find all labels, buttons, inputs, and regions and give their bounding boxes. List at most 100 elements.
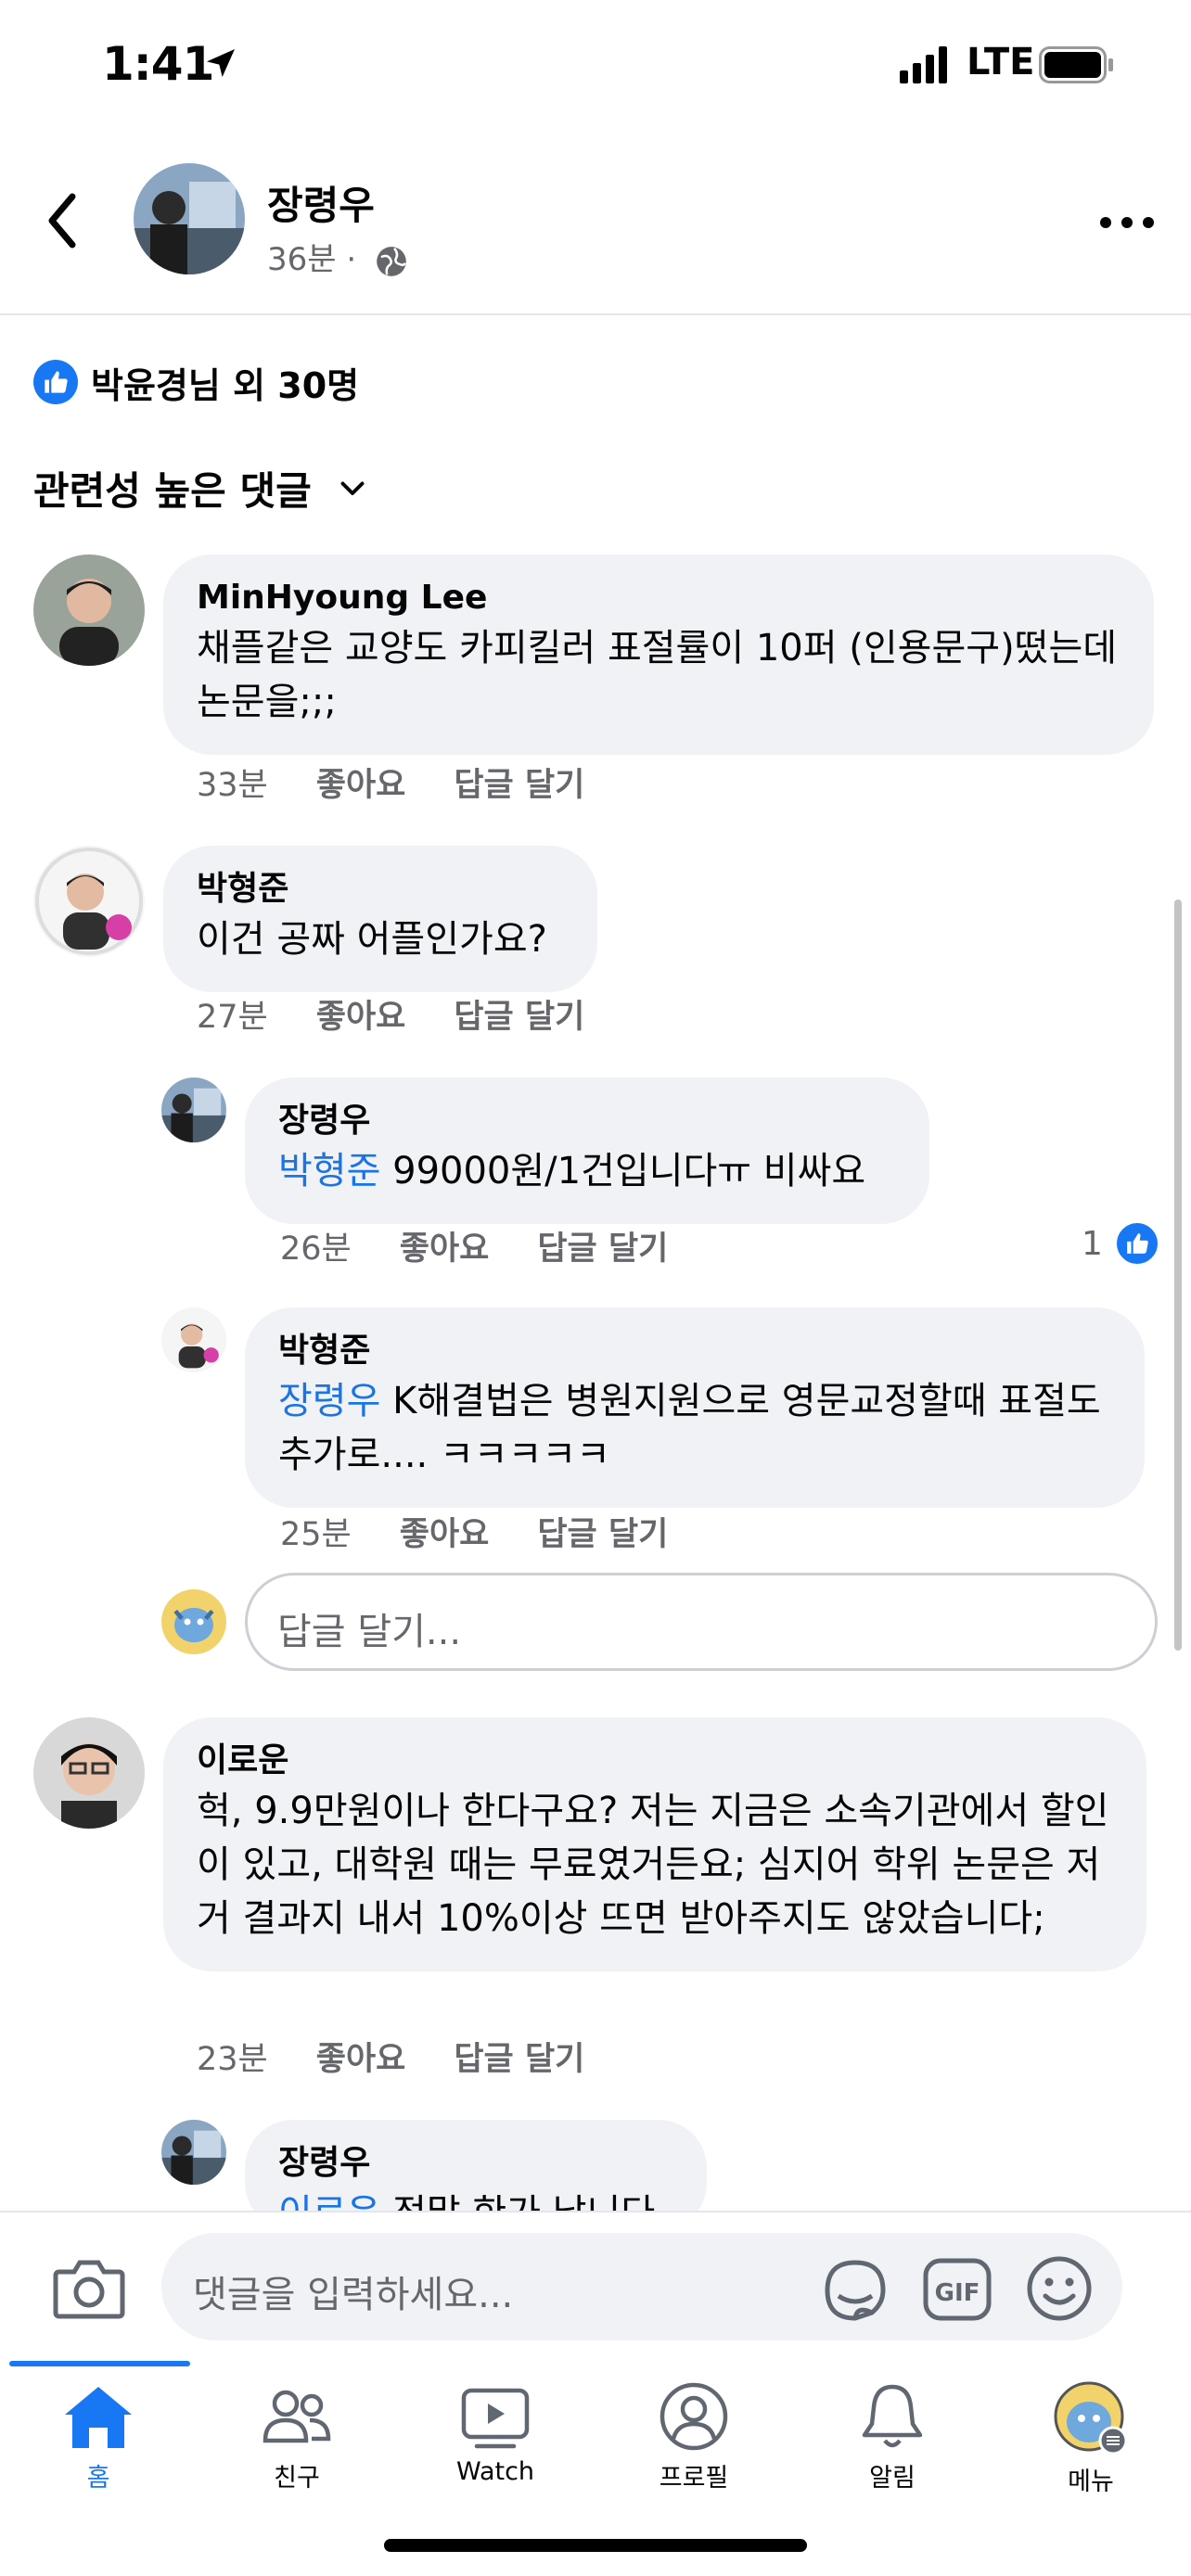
comment-time[interactable]: 33분 [197,759,268,806]
author-name[interactable]: 장령우 [267,174,375,231]
comment-author[interactable]: 박형준 [278,1328,1111,1374]
camera-icon[interactable] [52,2255,126,2320]
nav-menu[interactable]: 메뉴 [998,2381,1184,2511]
nav-label: 메뉴 [1068,2468,1114,2496]
comment-author[interactable]: 장령우 [278,1098,896,1144]
emoji-icon[interactable] [1026,2255,1093,2322]
menu-avatar-icon [1054,2381,1128,2455]
comment-actions: 33분 좋아요 답글 달기 [197,759,633,806]
comment-bubble[interactable]: 이로운 헉, 9.9만원이나 한다구요? 저는 지금은 소속기관에서 할인이 있… [163,1717,1146,1971]
reply-bubble[interactable]: 박형준 장령우 K해결법은 병원지원으로 영문교정할때 표절도 추가로.... … [245,1307,1145,1508]
comment-actions: 26분 좋아요 답글 달기 [280,1222,716,1269]
comment-author[interactable]: MinHyoung Lee [197,575,1121,621]
comment-bubble[interactable]: MinHyoung Lee 채플같은 교양도 카피킬러 표절률이 10퍼 (인용… [163,555,1154,755]
comment-text: 채플같은 교양도 카피킬러 표절률이 10퍼 (인용문구)떴는데 논문을;;; [197,627,1118,723]
mention-link[interactable]: 박형준 [278,1150,380,1192]
author-avatar[interactable] [134,163,245,274]
commenter-avatar[interactable] [33,555,145,666]
commenter-avatar[interactable] [33,846,145,957]
like-count-value: 1 [1082,1224,1103,1263]
nav-label: 알림 [869,2464,916,2493]
more-options-icon[interactable] [1095,204,1159,241]
my-avatar [161,1589,226,1654]
nav-watch[interactable]: Watch [403,2381,588,2511]
comment-body: K해결법은 병원지원으로 영문교정할때 표절도 추가로.... ㅋㅋㅋㅋㅋ [278,1380,1101,1476]
home-icon [65,2387,132,2448]
reaction-summary[interactable]: 박윤경님 외 30명 [33,356,359,408]
commenter-avatar[interactable] [161,1078,226,1142]
nav-label: Watch [455,2457,535,2486]
commenter-avatar[interactable] [161,1307,226,1372]
reply-button[interactable]: 답글 달기 [454,759,584,806]
comment-time[interactable]: 27분 [197,990,268,1038]
like-button[interactable]: 좋아요 [316,2033,406,2080]
comment-actions: 25분 좋아요 답글 달기 [280,1508,716,1555]
post-meta: 36분 · [267,234,409,279]
comment-text: 헉, 9.9만원이나 한다구요? 저는 지금은 소속기관에서 할인이 있고, 대… [197,1790,1109,1940]
globe-icon [377,246,406,276]
battery-icon [1039,46,1113,83]
reaction-text: 박윤경님 외 30명 [91,364,360,406]
comment-author[interactable]: 장령우 [278,2140,673,2187]
nav-notifications[interactable]: 알림 [800,2381,985,2511]
network-label: LTE [967,41,1035,83]
comment-time[interactable]: 23분 [197,2033,268,2080]
comment-composer: 댓글을 입력하세요... GIF [0,2211,1191,2359]
like-reaction-icon [33,360,78,404]
friends-icon [263,2390,331,2443]
nav-label: 홈 [86,2464,110,2493]
bell-icon [862,2384,923,2448]
nav-home[interactable]: 홈 [6,2381,191,2511]
post-header: 장령우 36분 · [0,148,1191,315]
profile-icon [660,2382,728,2451]
commenter-avatar[interactable] [33,1717,145,1829]
location-arrow-icon [207,49,235,77]
mention-link[interactable]: 장령우 [278,1380,380,1422]
comment-bubble[interactable]: 박형준 이건 공짜 어플인가요? [163,846,597,992]
sort-label: 관련성 높은 댓글 [33,467,312,514]
like-button[interactable]: 좋아요 [316,759,406,806]
reply-button[interactable]: 답글 달기 [537,1508,668,1555]
nav-label: 프로필 [659,2464,729,2493]
nav-friends[interactable]: 친구 [204,2381,390,2511]
home-indicator [384,2539,807,2552]
comment-text: 이건 공짜 어플인가요? [197,918,547,961]
reply-input[interactable]: 답글 달기... [245,1573,1158,1671]
svg-text:GIF: GIF [935,2279,980,2307]
signal-icon [900,46,947,83]
comment-text: 장령우 K해결법은 병원지원으로 영문교정할때 표절도 추가로.... ㅋㅋㅋㅋ… [278,1374,1111,1482]
nav-label: 친구 [274,2464,320,2493]
comment-placeholder: 댓글을 입력하세요... [193,2274,514,2316]
reply-placeholder: 답글 달기... [277,1611,462,1653]
like-button[interactable]: 좋아요 [400,1222,490,1269]
meta-separator: · [346,241,357,278]
comment-actions: 27분 좋아요 답글 달기 [197,990,633,1038]
post-time: 36분 [267,241,337,278]
reply-bubble[interactable]: 장령우 박형준 99000원/1건입니다ㅠ 비싸요 [245,1078,929,1224]
comment-author[interactable]: 이로운 [197,1738,1113,1784]
like-button[interactable]: 좋아요 [316,990,406,1038]
back-icon[interactable] [37,185,93,256]
scrollbar[interactable] [1174,899,1182,1651]
watch-icon [461,2388,530,2449]
gif-icon[interactable]: GIF [922,2257,992,2322]
comment-text: 박형준 99000원/1건입니다ㅠ 비싸요 [278,1144,896,1198]
like-reaction-icon [1113,1220,1160,1267]
comment-body: 99000원/1건입니다ㅠ 비싸요 [380,1150,866,1192]
comment-input[interactable]: 댓글을 입력하세요... GIF [161,2233,1122,2340]
sticker-icon[interactable] [820,2255,890,2324]
comment-author[interactable]: 박형준 [197,866,564,912]
reply-button[interactable]: 답글 달기 [454,2033,584,2080]
status-time: 1:41 [102,37,214,91]
nav-profile[interactable]: 프로필 [601,2381,787,2511]
commenter-avatar[interactable] [161,2120,226,2185]
comment-like-count[interactable]: 1 [1082,1220,1160,1267]
nav-active-indicator [9,2361,190,2366]
comment-sort[interactable]: 관련성 높은 댓글 [33,460,369,516]
reply-button[interactable]: 답글 달기 [537,1222,668,1269]
comment-time[interactable]: 25분 [280,1508,352,1555]
comment-actions: 23분 좋아요 답글 달기 [197,2033,633,2080]
comment-time[interactable]: 26분 [280,1222,352,1269]
like-button[interactable]: 좋아요 [400,1508,490,1555]
reply-button[interactable]: 답글 달기 [454,990,584,1038]
